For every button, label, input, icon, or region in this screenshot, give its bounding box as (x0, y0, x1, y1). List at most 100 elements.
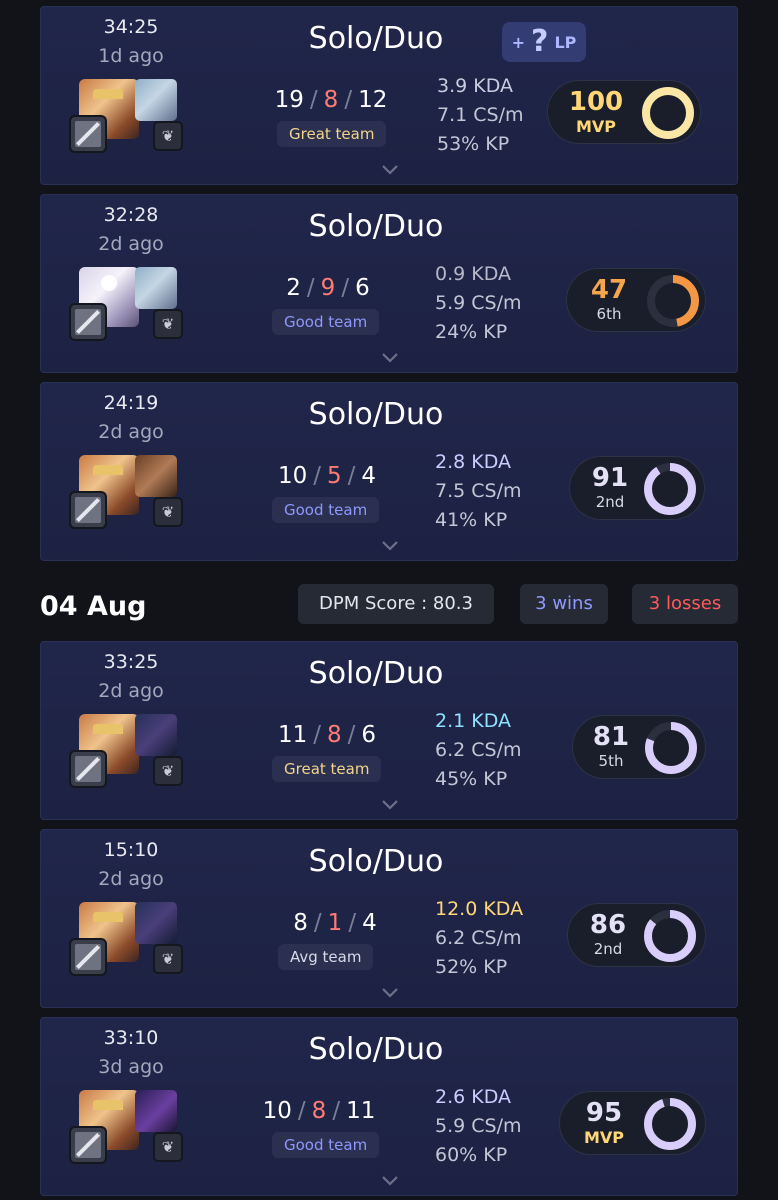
score-rank: 5th (598, 752, 624, 770)
match-stats: 12.0 KDA 6.2 CS/m 52% KP (435, 895, 523, 982)
kill-participation: 45% KP (435, 768, 508, 790)
expand-chevron-icon[interactable] (380, 347, 400, 367)
duo-champion-portrait (135, 1090, 177, 1132)
cs-per-minute: 5.9 CS/m (435, 292, 522, 314)
match-duration: 15:10 (103, 839, 159, 861)
kills: 19 (274, 87, 304, 113)
assists: 4 (362, 910, 377, 936)
performance-score[interactable]: 95 MVP (559, 1091, 706, 1155)
kda-score: 8/1/4 (293, 910, 377, 936)
team-rating-badge: Great team (272, 756, 382, 782)
role-icon (69, 115, 107, 153)
match-card[interactable]: 32:28 2d ago Solo/Duo ❦ 2/9/6 Good team … (40, 194, 738, 373)
queue-type: Solo/Duo (308, 397, 444, 432)
performance-score[interactable]: 81 5th (572, 715, 706, 779)
score-rank: 2nd (595, 493, 625, 511)
lp-unit: LP (554, 32, 577, 52)
team-rating-badge: Good team (272, 497, 380, 523)
rune-icon: ❦ (153, 121, 183, 151)
score-value: 95 (585, 1098, 623, 1128)
kills: 8 (293, 910, 308, 936)
score-value: 91 (591, 463, 629, 493)
team-rating-badge: Good team (272, 309, 380, 335)
score-ring-icon (647, 275, 699, 327)
expand-chevron-icon[interactable] (380, 535, 400, 555)
kill-participation: 24% KP (435, 321, 508, 343)
cs-per-minute: 6.2 CS/m (435, 739, 522, 761)
cs-per-minute: 6.2 CS/m (435, 927, 522, 949)
assists: 4 (361, 463, 377, 489)
match-duration: 33:25 (103, 651, 159, 673)
kill-participation: 41% KP (435, 509, 508, 531)
match-card[interactable]: 15:10 2d ago Solo/Duo ❦ 8/1/4 Avg team 1… (40, 829, 738, 1008)
expand-chevron-icon[interactable] (380, 1170, 400, 1190)
kda-score: 19/8/12 (274, 87, 388, 113)
kill-participation: 52% KP (435, 956, 508, 978)
score-ring-icon (644, 1098, 696, 1150)
kda-ratio: 0.9 KDA (435, 263, 512, 285)
match-duration: 32:28 (103, 204, 159, 226)
match-stats: 0.9 KDA 5.9 CS/m 24% KP (435, 260, 522, 347)
performance-score[interactable]: 47 6th (566, 268, 706, 332)
champion-group: ❦ (69, 714, 189, 788)
queue-type: Solo/Duo (308, 656, 444, 691)
match-card[interactable]: 34:25 1d ago Solo/Duo + ? LP ❦ 19/8/12 G… (40, 6, 738, 185)
score-rank: 6th (596, 305, 622, 323)
match-time-ago: 3d ago (98, 1056, 164, 1078)
score-ring-icon (644, 463, 696, 515)
expand-chevron-icon[interactable] (380, 794, 400, 814)
match-duration: 34:25 (103, 16, 159, 38)
match-card[interactable]: 24:19 2d ago Solo/Duo ❦ 10/5/4 Good team… (40, 382, 738, 561)
performance-score[interactable]: 100 MVP (547, 80, 701, 144)
champion-group: ❦ (69, 267, 189, 341)
role-icon (69, 938, 107, 976)
score-value: 81 (592, 722, 630, 752)
kda-ratio: 3.9 KDA (437, 75, 514, 97)
queue-type: Solo/Duo (308, 844, 444, 879)
kda-ratio: 2.6 KDA (435, 1086, 512, 1108)
match-time-ago: 2d ago (98, 233, 164, 255)
kills: 2 (286, 275, 301, 301)
duo-champion-portrait (135, 79, 177, 121)
match-time-ago: 2d ago (98, 680, 164, 702)
queue-type: Solo/Duo (308, 1032, 444, 1067)
duo-champion-portrait (135, 455, 177, 497)
score-rank: 2nd (593, 940, 623, 958)
match-card[interactable]: 33:25 2d ago Solo/Duo ❦ 11/8/6 Great tea… (40, 641, 738, 820)
match-stats: 2.6 KDA 5.9 CS/m 60% KP (435, 1083, 522, 1170)
kda-score: 2/9/6 (286, 275, 370, 301)
role-icon (69, 491, 107, 529)
rune-icon: ❦ (153, 756, 183, 786)
kda-ratio: 2.8 KDA (435, 451, 512, 473)
wins-count-chip: 3 wins (520, 584, 608, 624)
assists: 11 (346, 1098, 376, 1124)
deaths: 8 (311, 1098, 327, 1124)
team-rating-badge: Good team (272, 1132, 380, 1158)
rune-icon: ❦ (153, 497, 183, 527)
champion-group: ❦ (69, 455, 189, 529)
score-ring-icon (644, 910, 696, 962)
cs-per-minute: 7.5 CS/m (435, 480, 522, 502)
rune-icon: ❦ (153, 1132, 183, 1162)
expand-chevron-icon[interactable] (380, 982, 400, 1002)
match-card[interactable]: 33:10 3d ago Solo/Duo ❦ 10/8/11 Good tea… (40, 1017, 738, 1196)
kda-ratio: 2.1 KDA (435, 710, 512, 732)
score-value: 47 (590, 275, 628, 305)
score-rank: MVP (583, 1128, 625, 1147)
lp-change-chip[interactable]: + ? LP (502, 22, 586, 62)
assists: 6 (361, 722, 377, 748)
score-ring-icon (645, 722, 697, 774)
duo-champion-portrait (135, 902, 177, 944)
deaths: 8 (323, 87, 339, 113)
role-icon (69, 750, 107, 788)
match-time-ago: 1d ago (98, 45, 164, 67)
performance-score[interactable]: 91 2nd (569, 456, 705, 520)
performance-score[interactable]: 86 2nd (567, 903, 706, 967)
rune-icon: ❦ (153, 309, 183, 339)
deaths: 9 (320, 275, 336, 301)
champion-group: ❦ (69, 1090, 189, 1164)
match-stats: 2.1 KDA 6.2 CS/m 45% KP (435, 707, 522, 794)
score-value: 86 (589, 910, 627, 940)
match-time-ago: 2d ago (98, 421, 164, 443)
expand-chevron-icon[interactable] (380, 159, 400, 179)
